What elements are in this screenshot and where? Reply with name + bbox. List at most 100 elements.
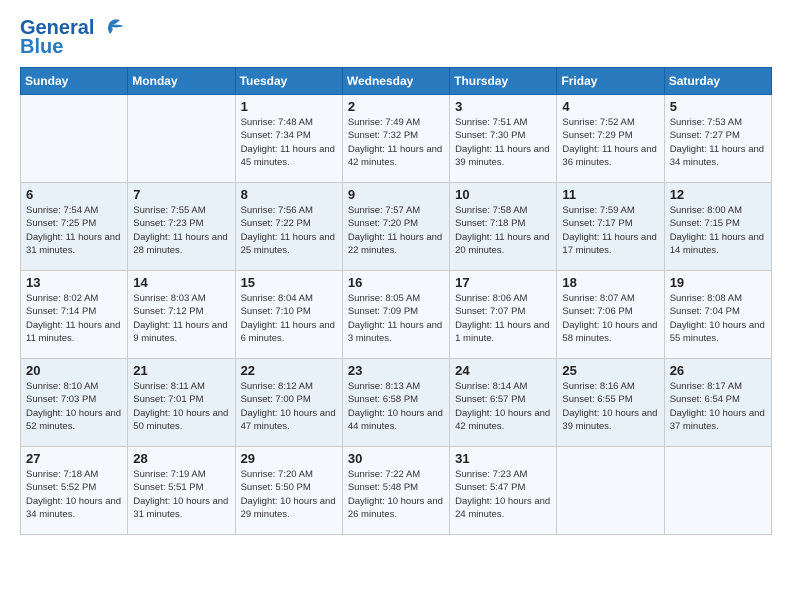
day-content: Sunrise: 8:10 AM Sunset: 7:03 PM Dayligh… xyxy=(26,380,122,433)
day-content: Sunrise: 8:02 AM Sunset: 7:14 PM Dayligh… xyxy=(26,292,122,345)
day-number: 4 xyxy=(562,99,658,114)
calendar-week-row: 13 Sunrise: 8:02 AM Sunset: 7:14 PM Dayli… xyxy=(21,271,772,359)
day-content: Sunrise: 7:49 AM Sunset: 7:32 PM Dayligh… xyxy=(348,116,444,169)
day-number: 22 xyxy=(241,363,337,378)
calendar-cell xyxy=(664,447,771,535)
calendar-cell: 7 Sunrise: 7:55 AM Sunset: 7:23 PM Daylig… xyxy=(128,183,235,271)
day-content: Sunrise: 8:13 AM Sunset: 6:58 PM Dayligh… xyxy=(348,380,444,433)
day-content: Sunrise: 7:18 AM Sunset: 5:52 PM Dayligh… xyxy=(26,468,122,521)
day-number: 11 xyxy=(562,187,658,202)
day-number: 23 xyxy=(348,363,444,378)
calendar-cell xyxy=(557,447,664,535)
day-content: Sunrise: 7:58 AM Sunset: 7:18 PM Dayligh… xyxy=(455,204,551,257)
day-number: 8 xyxy=(241,187,337,202)
calendar-cell: 19 Sunrise: 8:08 AM Sunset: 7:04 PM Dayli… xyxy=(664,271,771,359)
day-number: 31 xyxy=(455,451,551,466)
calendar-cell: 26Sunrise: 8:17 AM Sunset: 6:54 PM Dayli… xyxy=(664,359,771,447)
calendar-cell: 13 Sunrise: 8:02 AM Sunset: 7:14 PM Dayli… xyxy=(21,271,128,359)
calendar-week-row: 20 Sunrise: 8:10 AM Sunset: 7:03 PM Dayli… xyxy=(21,359,772,447)
calendar-cell: 2 Sunrise: 7:49 AM Sunset: 7:32 PM Daylig… xyxy=(342,95,449,183)
calendar-cell: 1Sunrise: 7:48 AM Sunset: 7:34 PM Daylig… xyxy=(235,95,342,183)
day-content: Sunrise: 8:06 AM Sunset: 7:07 PM Dayligh… xyxy=(455,292,551,345)
calendar-cell: 23 Sunrise: 8:13 AM Sunset: 6:58 PM Dayli… xyxy=(342,359,449,447)
day-number: 29 xyxy=(241,451,337,466)
calendar-cell: 11 Sunrise: 7:59 AM Sunset: 7:17 PM Dayli… xyxy=(557,183,664,271)
logo-blue: Blue xyxy=(20,36,63,59)
calendar-week-row: 1Sunrise: 7:48 AM Sunset: 7:34 PM Daylig… xyxy=(21,95,772,183)
calendar-cell: 28Sunrise: 7:19 AM Sunset: 5:51 PM Dayli… xyxy=(128,447,235,535)
calendar-cell: 31 Sunrise: 7:23 AM Sunset: 5:47 PM Dayli… xyxy=(450,447,557,535)
day-number: 12 xyxy=(670,187,766,202)
calendar-week-row: 27Sunrise: 7:18 AM Sunset: 5:52 PM Dayli… xyxy=(21,447,772,535)
day-number: 25 xyxy=(562,363,658,378)
day-header-wednesday: Wednesday xyxy=(342,68,449,95)
day-content: Sunrise: 7:55 AM Sunset: 7:23 PM Dayligh… xyxy=(133,204,229,257)
day-number: 15 xyxy=(241,275,337,290)
day-content: Sunrise: 8:03 AM Sunset: 7:12 PM Dayligh… xyxy=(133,292,229,345)
day-number: 17 xyxy=(455,275,551,290)
day-content: Sunrise: 7:56 AM Sunset: 7:22 PM Dayligh… xyxy=(241,204,337,257)
calendar-cell: 17 Sunrise: 8:06 AM Sunset: 7:07 PM Dayli… xyxy=(450,271,557,359)
calendar-body: 1Sunrise: 7:48 AM Sunset: 7:34 PM Daylig… xyxy=(21,95,772,535)
day-content: Sunrise: 8:07 AM Sunset: 7:06 PM Dayligh… xyxy=(562,292,658,345)
calendar-cell: 14 Sunrise: 8:03 AM Sunset: 7:12 PM Dayli… xyxy=(128,271,235,359)
calendar-header-row: SundayMondayTuesdayWednesdayThursdayFrid… xyxy=(21,68,772,95)
calendar-cell: 22Sunrise: 8:12 AM Sunset: 7:00 PM Dayli… xyxy=(235,359,342,447)
logo: General Blue xyxy=(20,16,126,59)
day-number: 24 xyxy=(455,363,551,378)
day-number: 7 xyxy=(133,187,229,202)
calendar-cell xyxy=(21,95,128,183)
day-number: 30 xyxy=(348,451,444,466)
day-content: Sunrise: 7:59 AM Sunset: 7:17 PM Dayligh… xyxy=(562,204,658,257)
day-content: Sunrise: 8:14 AM Sunset: 6:57 PM Dayligh… xyxy=(455,380,551,433)
day-content: Sunrise: 7:22 AM Sunset: 5:48 PM Dayligh… xyxy=(348,468,444,521)
calendar-cell: 18Sunrise: 8:07 AM Sunset: 7:06 PM Dayli… xyxy=(557,271,664,359)
calendar-cell: 21 Sunrise: 8:11 AM Sunset: 7:01 PM Dayli… xyxy=(128,359,235,447)
day-number: 20 xyxy=(26,363,122,378)
day-content: Sunrise: 8:11 AM Sunset: 7:01 PM Dayligh… xyxy=(133,380,229,433)
calendar-week-row: 6 Sunrise: 7:54 AM Sunset: 7:25 PM Daylig… xyxy=(21,183,772,271)
day-content: Sunrise: 8:04 AM Sunset: 7:10 PM Dayligh… xyxy=(241,292,337,345)
calendar-cell: 16Sunrise: 8:05 AM Sunset: 7:09 PM Dayli… xyxy=(342,271,449,359)
day-header-saturday: Saturday xyxy=(664,68,771,95)
day-number: 1 xyxy=(241,99,337,114)
day-content: Sunrise: 7:57 AM Sunset: 7:20 PM Dayligh… xyxy=(348,204,444,257)
day-content: Sunrise: 8:00 AM Sunset: 7:15 PM Dayligh… xyxy=(670,204,766,257)
calendar-cell: 24 Sunrise: 8:14 AM Sunset: 6:57 PM Dayli… xyxy=(450,359,557,447)
day-number: 9 xyxy=(348,187,444,202)
calendar-cell: 10 Sunrise: 7:58 AM Sunset: 7:18 PM Dayli… xyxy=(450,183,557,271)
day-header-thursday: Thursday xyxy=(450,68,557,95)
calendar-cell: 25Sunrise: 8:16 AM Sunset: 6:55 PM Dayli… xyxy=(557,359,664,447)
logo-bird-icon xyxy=(96,16,126,40)
day-content: Sunrise: 7:20 AM Sunset: 5:50 PM Dayligh… xyxy=(241,468,337,521)
day-header-sunday: Sunday xyxy=(21,68,128,95)
day-content: Sunrise: 7:54 AM Sunset: 7:25 PM Dayligh… xyxy=(26,204,122,257)
calendar-cell: 8 Sunrise: 7:56 AM Sunset: 7:22 PM Daylig… xyxy=(235,183,342,271)
day-number: 10 xyxy=(455,187,551,202)
day-content: Sunrise: 7:23 AM Sunset: 5:47 PM Dayligh… xyxy=(455,468,551,521)
day-number: 26 xyxy=(670,363,766,378)
day-content: Sunrise: 7:53 AM Sunset: 7:27 PM Dayligh… xyxy=(670,116,766,169)
day-content: Sunrise: 7:19 AM Sunset: 5:51 PM Dayligh… xyxy=(133,468,229,521)
day-header-tuesday: Tuesday xyxy=(235,68,342,95)
day-number: 2 xyxy=(348,99,444,114)
day-header-monday: Monday xyxy=(128,68,235,95)
calendar-cell xyxy=(128,95,235,183)
calendar-cell: 3Sunrise: 7:51 AM Sunset: 7:30 PM Daylig… xyxy=(450,95,557,183)
calendar-cell: 15 Sunrise: 8:04 AM Sunset: 7:10 PM Dayli… xyxy=(235,271,342,359)
day-number: 16 xyxy=(348,275,444,290)
day-number: 14 xyxy=(133,275,229,290)
day-header-friday: Friday xyxy=(557,68,664,95)
day-number: 3 xyxy=(455,99,551,114)
day-number: 5 xyxy=(670,99,766,114)
day-number: 6 xyxy=(26,187,122,202)
calendar-cell: 20 Sunrise: 8:10 AM Sunset: 7:03 PM Dayli… xyxy=(21,359,128,447)
calendar-cell: 6 Sunrise: 7:54 AM Sunset: 7:25 PM Daylig… xyxy=(21,183,128,271)
calendar-cell: 9 Sunrise: 7:57 AM Sunset: 7:20 PM Daylig… xyxy=(342,183,449,271)
day-content: Sunrise: 8:08 AM Sunset: 7:04 PM Dayligh… xyxy=(670,292,766,345)
day-number: 21 xyxy=(133,363,229,378)
day-content: Sunrise: 7:52 AM Sunset: 7:29 PM Dayligh… xyxy=(562,116,658,169)
calendar-cell: 27Sunrise: 7:18 AM Sunset: 5:52 PM Dayli… xyxy=(21,447,128,535)
day-number: 13 xyxy=(26,275,122,290)
day-number: 19 xyxy=(670,275,766,290)
